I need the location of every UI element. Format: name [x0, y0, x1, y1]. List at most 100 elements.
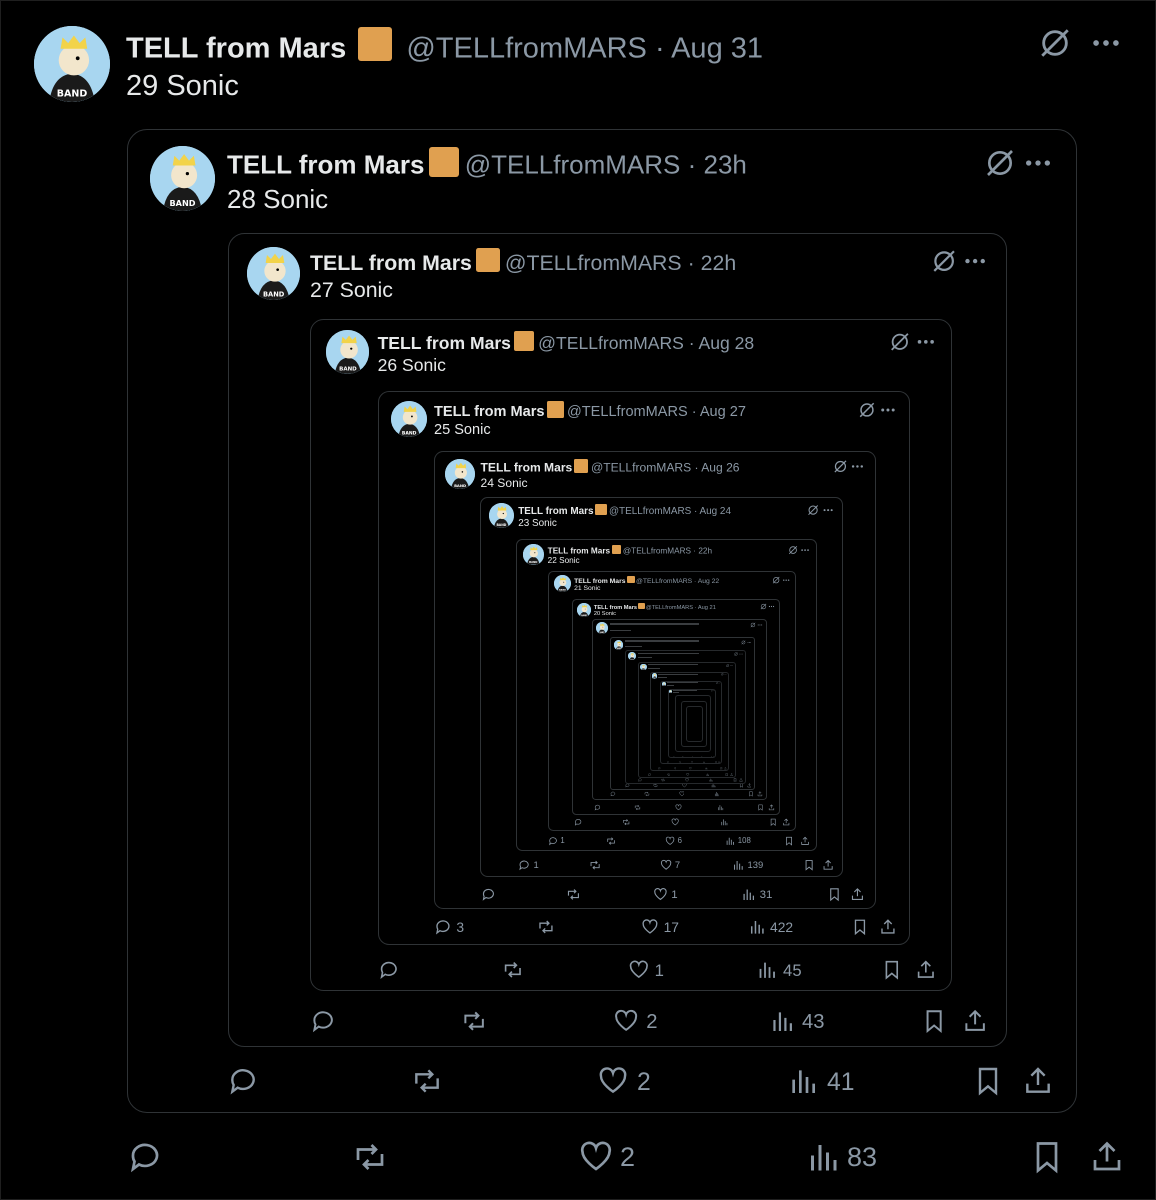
views-icon[interactable]: [756, 959, 778, 981]
timestamp[interactable]: Aug 22: [698, 578, 719, 585]
bookmark-icon[interactable]: [784, 836, 794, 846]
author-name[interactable]: TELL from Mars: [481, 461, 573, 475]
grok-icon[interactable]: [858, 401, 876, 419]
more-icon[interactable]: [747, 640, 752, 645]
share-icon[interactable]: [730, 773, 734, 776]
bookmark-icon[interactable]: [851, 918, 869, 936]
share-icon[interactable]: [739, 778, 743, 782]
author-name[interactable]: TELL from Mars: [518, 506, 593, 517]
views-icon[interactable]: [725, 836, 735, 846]
retweet-icon[interactable]: [566, 887, 581, 902]
retweet-icon[interactable]: [644, 791, 650, 797]
timestamp[interactable]: Aug 26: [701, 461, 739, 475]
retweet-icon[interactable]: [678, 761, 681, 763]
share-icon[interactable]: [1089, 1139, 1125, 1175]
author-name[interactable]: TELL from Mars: [434, 404, 544, 420]
reply-icon[interactable]: [548, 836, 558, 846]
author-name[interactable]: TELL from Mars: [227, 150, 424, 180]
bookmark-icon[interactable]: [725, 773, 728, 777]
grok-icon[interactable]: [760, 603, 767, 610]
grok-icon[interactable]: [772, 576, 780, 584]
author-name[interactable]: TELL from Mars: [378, 333, 511, 353]
bookmark-icon[interactable]: [972, 1065, 1004, 1097]
bookmark-icon[interactable]: [827, 887, 842, 902]
more-icon[interactable]: [739, 652, 743, 656]
like-icon[interactable]: [665, 836, 675, 846]
bookmark-icon[interactable]: [1029, 1139, 1065, 1175]
like-icon[interactable]: [671, 818, 679, 826]
share-icon[interactable]: [757, 791, 763, 797]
bookmark-icon[interactable]: [711, 755, 713, 758]
share-icon[interactable]: [782, 818, 790, 826]
retweet-icon[interactable]: [673, 767, 677, 770]
grok-icon[interactable]: [807, 504, 819, 516]
views-icon[interactable]: [717, 804, 724, 811]
avatar[interactable]: BAND: [390, 400, 428, 437]
views-icon[interactable]: [748, 918, 766, 936]
share-icon[interactable]: [1022, 1065, 1054, 1097]
views-icon[interactable]: [701, 755, 703, 758]
reply-icon[interactable]: [518, 859, 530, 871]
author-handle[interactable]: @TELLfromMARS: [591, 461, 691, 475]
author-handle[interactable]: @TELLfromMARS: [505, 251, 682, 275]
views-icon[interactable]: [805, 1139, 841, 1175]
views-icon[interactable]: [714, 791, 720, 797]
bookmark-icon[interactable]: [733, 778, 737, 782]
share-icon[interactable]: [822, 859, 834, 871]
reply-icon[interactable]: [310, 1008, 336, 1034]
retweet-icon[interactable]: [606, 836, 616, 846]
more-icon[interactable]: [1089, 26, 1123, 60]
more-icon[interactable]: [800, 545, 810, 555]
timestamp[interactable]: Aug 27: [700, 404, 746, 420]
reply-icon[interactable]: [666, 761, 669, 763]
timestamp[interactable]: Aug 21: [698, 605, 716, 611]
like-icon[interactable]: [686, 773, 690, 776]
share-icon[interactable]: [768, 804, 775, 811]
retweet-icon[interactable]: [411, 1065, 443, 1097]
share-icon[interactable]: [747, 783, 752, 788]
views-icon[interactable]: [709, 778, 713, 782]
more-icon[interactable]: [962, 248, 988, 274]
more-icon[interactable]: [718, 682, 721, 684]
avatar[interactable]: BAND: [613, 639, 624, 650]
grok-icon[interactable]: [734, 652, 738, 656]
reply-icon[interactable]: [638, 778, 642, 782]
avatar[interactable]: BAND: [444, 458, 475, 490]
like-icon[interactable]: [690, 761, 693, 763]
retweet-icon[interactable]: [667, 773, 671, 776]
reply-icon[interactable]: [227, 1065, 259, 1097]
reply-icon[interactable]: [658, 767, 661, 770]
share-icon[interactable]: [800, 836, 810, 846]
author-name[interactable]: TELL from Mars: [126, 33, 346, 65]
grok-icon[interactable]: [1038, 26, 1072, 60]
author-name[interactable]: TELL from Mars: [548, 546, 610, 555]
like-icon[interactable]: [641, 918, 659, 936]
avatar[interactable]: BAND: [150, 146, 215, 211]
like-icon[interactable]: [628, 959, 650, 981]
reply-icon[interactable]: [127, 1139, 163, 1175]
retweet-icon[interactable]: [622, 818, 630, 826]
bookmark-icon[interactable]: [748, 791, 754, 797]
grok-icon[interactable]: [726, 664, 730, 667]
like-icon[interactable]: [689, 767, 692, 770]
reply-icon[interactable]: [648, 773, 652, 777]
author-handle[interactable]: @TELLfromMARS: [623, 546, 691, 555]
retweet-icon[interactable]: [589, 859, 601, 871]
timestamp[interactable]: Aug 24: [700, 506, 731, 517]
reply-icon[interactable]: [610, 791, 616, 797]
author-handle[interactable]: @TELLfromMARS: [567, 404, 688, 420]
retweet-icon[interactable]: [682, 755, 684, 758]
more-icon[interactable]: [713, 690, 715, 692]
bookmark-icon[interactable]: [757, 804, 764, 812]
grok-icon[interactable]: [741, 640, 746, 645]
like-icon[interactable]: [653, 887, 668, 902]
more-icon[interactable]: [850, 459, 865, 474]
like-icon[interactable]: [597, 1065, 629, 1097]
share-icon[interactable]: [850, 887, 865, 902]
author-handle[interactable]: @TELLfromMARS: [609, 506, 691, 517]
timestamp[interactable]: Aug 28: [698, 333, 754, 353]
like-icon[interactable]: [613, 1008, 639, 1034]
share-icon[interactable]: [724, 767, 727, 770]
more-icon[interactable]: [782, 576, 790, 584]
bookmark-icon[interactable]: [921, 1008, 947, 1034]
